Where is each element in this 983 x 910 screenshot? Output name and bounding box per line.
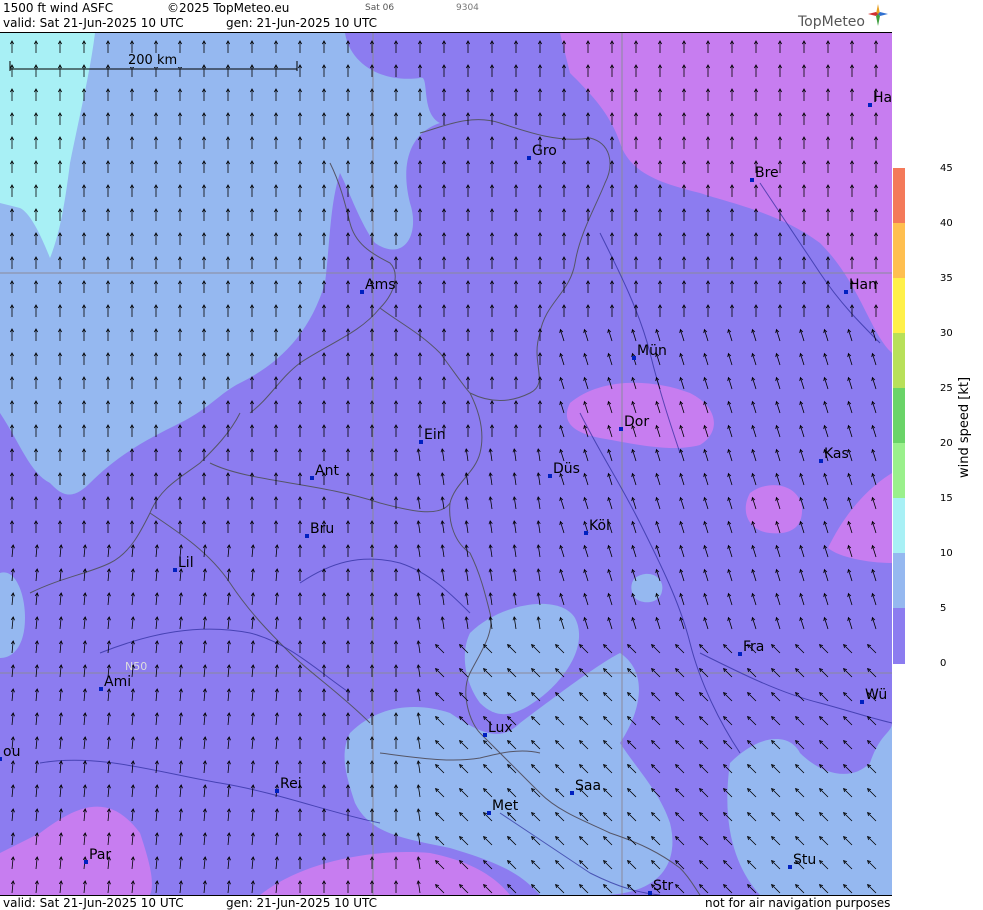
city-label: Gro xyxy=(532,143,557,159)
topmeteo-logo: TopMeteo xyxy=(798,14,865,30)
valid-time: valid: Sat 21-Jun-2025 10 UTC xyxy=(3,16,184,30)
legend-tick: 15 xyxy=(940,493,953,504)
footer-gen-time: gen: 21-Jun-2025 10 UTC xyxy=(226,896,378,910)
city-label: Kas xyxy=(824,446,849,462)
city-label: Saa xyxy=(575,778,601,794)
city-marker xyxy=(619,427,623,431)
city-label: Bru xyxy=(310,521,334,537)
city-marker xyxy=(419,440,423,444)
city-marker xyxy=(483,733,487,737)
city-label: Str xyxy=(653,878,673,894)
run-code: 9304 xyxy=(456,3,479,13)
city-label: Ein xyxy=(424,427,446,443)
day-code: Sat 06 xyxy=(365,3,395,13)
city-marker xyxy=(275,789,279,793)
wind-map: 200 km N50 Gro Ha Bre Ams Han Mün Dor Ein Kas Ant… xyxy=(0,33,892,895)
gen-time: gen: 21-Jun-2025 10 UTC xyxy=(226,16,378,30)
legend-title: wind speed [kt] xyxy=(957,376,972,478)
scale-bar-label: 200 km xyxy=(128,53,177,68)
copyright: ©2025 TopMeteo.eu xyxy=(167,1,290,15)
city-marker xyxy=(310,476,314,480)
city-marker xyxy=(584,531,588,535)
legend-color-15-20 xyxy=(893,443,905,498)
city-marker xyxy=(738,652,742,656)
legend-tick: 40 xyxy=(940,218,953,229)
city-marker xyxy=(173,568,177,572)
city-marker xyxy=(487,811,491,815)
city-marker xyxy=(0,757,2,761)
legend-tick: 30 xyxy=(940,328,953,339)
legend-tick: 25 xyxy=(940,383,953,394)
legend-tick: 0 xyxy=(940,658,947,669)
city-label: Wü xyxy=(865,687,887,703)
city-label: Dor xyxy=(624,414,649,430)
city-label: Met xyxy=(492,798,519,814)
legend-color-10-15 xyxy=(893,498,905,553)
city-label: Düs xyxy=(553,461,580,477)
legend-tick: 35 xyxy=(940,273,953,284)
latitude-label: N50 xyxy=(125,660,147,673)
city-label: Mün xyxy=(637,343,667,359)
compass-logo-icon xyxy=(868,4,888,26)
disclaimer: not for air navigation purposes xyxy=(705,896,891,910)
legend-color-5-10 xyxy=(893,553,905,608)
city-label: Ha xyxy=(873,90,892,106)
city-label: Ant xyxy=(315,463,339,479)
city-marker xyxy=(570,791,574,795)
legend-color-25-30 xyxy=(893,333,905,388)
city-marker xyxy=(99,687,103,691)
footer-valid-time: valid: Sat 21-Jun-2025 10 UTC xyxy=(3,896,184,910)
legend-colorbar xyxy=(893,168,905,664)
city-label: Rei xyxy=(280,776,302,792)
city-marker xyxy=(750,178,754,182)
city-label: Lux xyxy=(488,720,513,736)
city-label: ou xyxy=(3,744,20,760)
city-label: Fra xyxy=(743,639,764,655)
city-label: Par xyxy=(89,847,111,863)
city-label: Stu xyxy=(793,852,816,868)
legend-tick: 20 xyxy=(940,438,953,449)
city-marker xyxy=(860,700,864,704)
footer-bar: valid: Sat 21-Jun-2025 10 UTC gen: 21-Ju… xyxy=(0,895,892,910)
legend-color-0-5 xyxy=(893,608,905,664)
legend-color-40-45 xyxy=(893,168,905,223)
legend-tick: 45 xyxy=(940,163,953,174)
city-marker xyxy=(548,474,552,478)
header-bar: 1500 ft wind ASFC ©2025 TopMeteo.eu Sat … xyxy=(0,0,892,33)
city-marker xyxy=(632,356,636,360)
city-marker xyxy=(819,459,823,463)
city-label: Bre xyxy=(755,165,779,181)
legend-tick: 5 xyxy=(940,603,947,614)
legend-color-35-40 xyxy=(893,223,905,278)
city-marker xyxy=(868,103,872,107)
city-label: Han xyxy=(849,277,877,293)
legend-color-30-35 xyxy=(893,278,905,333)
city-marker xyxy=(788,865,792,869)
city-marker xyxy=(84,860,88,864)
city-label: Köl xyxy=(589,518,610,534)
map-title: 1500 ft wind ASFC xyxy=(3,1,114,15)
city-marker xyxy=(360,290,364,294)
city-label: Ami xyxy=(104,674,131,690)
city-label: Lil xyxy=(178,555,194,571)
city-marker xyxy=(844,290,848,294)
legend-color-20-25 xyxy=(893,388,905,443)
city-label: Ams xyxy=(365,277,396,293)
city-marker xyxy=(527,156,531,160)
city-marker xyxy=(305,534,309,538)
legend-tick: 10 xyxy=(940,548,953,559)
